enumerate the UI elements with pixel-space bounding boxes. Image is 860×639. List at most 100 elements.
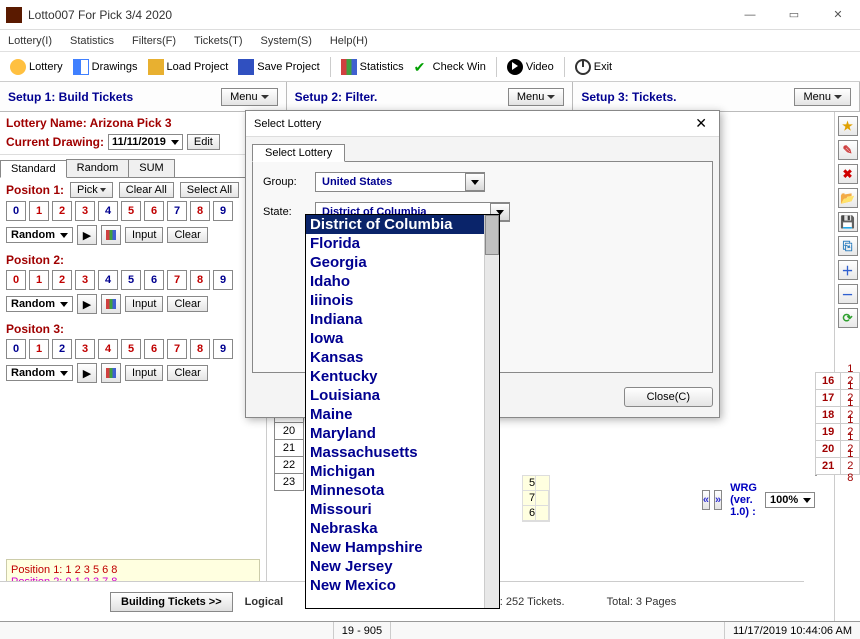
- nav-prev[interactable]: «: [702, 490, 710, 510]
- digit[interactable]: 7: [167, 201, 187, 221]
- group-select[interactable]: United States: [315, 172, 485, 192]
- digit[interactable]: 7: [167, 339, 187, 359]
- current-drawing-date[interactable]: 11/11/2019: [108, 134, 183, 150]
- dropdown-scrollbar[interactable]: [484, 215, 499, 608]
- digit[interactable]: 6: [144, 201, 164, 221]
- tb-video[interactable]: Video: [503, 57, 558, 77]
- digit[interactable]: 6: [144, 339, 164, 359]
- input-button-3[interactable]: Input: [125, 365, 163, 381]
- building-tickets-button[interactable]: Building Tickets >>: [110, 592, 233, 612]
- digit[interactable]: 0: [6, 339, 26, 359]
- dd-item[interactable]: Maine: [306, 405, 499, 424]
- dd-item[interactable]: Indiana: [306, 310, 499, 329]
- tb-lottery[interactable]: Lottery: [6, 57, 67, 77]
- dd-item[interactable]: Iowa: [306, 329, 499, 348]
- ri-edit-icon[interactable]: ✎: [838, 140, 858, 160]
- ri-copy-icon[interactable]: ⎘: [838, 236, 858, 256]
- clear-button-2[interactable]: Clear: [167, 296, 207, 312]
- digit[interactable]: 8: [190, 201, 210, 221]
- digit[interactable]: 8: [190, 270, 210, 290]
- dd-item[interactable]: Kansas: [306, 348, 499, 367]
- digit[interactable]: 9: [213, 201, 233, 221]
- dd-item[interactable]: Kentucky: [306, 367, 499, 386]
- tb-exit[interactable]: Exit: [571, 57, 616, 77]
- dd-item[interactable]: Massachusetts: [306, 443, 499, 462]
- dd-item[interactable]: New Mexico: [306, 576, 499, 595]
- digit[interactable]: 9: [213, 270, 233, 290]
- tb-save-project[interactable]: Save Project: [234, 57, 323, 77]
- dd-item[interactable]: Missouri: [306, 500, 499, 519]
- ri-save-icon[interactable]: 💾: [838, 212, 858, 232]
- state-dropdown[interactable]: District of Columbia Florida Georgia Ida…: [305, 214, 500, 609]
- pick-button-1[interactable]: Pick: [70, 182, 113, 198]
- digit[interactable]: 2: [52, 201, 72, 221]
- tab-sum[interactable]: SUM: [128, 159, 174, 177]
- dd-item[interactable]: Nebraska: [306, 519, 499, 538]
- menu-system[interactable]: System(S): [261, 35, 312, 47]
- ri-add-icon[interactable]: ＋: [838, 260, 858, 280]
- random-select-1[interactable]: Random: [6, 227, 73, 243]
- nav-next[interactable]: »: [714, 490, 722, 510]
- input-button-1[interactable]: Input: [125, 227, 163, 243]
- tab-random[interactable]: Random: [66, 159, 130, 177]
- dd-item[interactable]: Louisiana: [306, 386, 499, 405]
- digit[interactable]: 2: [52, 339, 72, 359]
- step2-menu[interactable]: Menu: [508, 88, 565, 106]
- step3-menu[interactable]: Menu: [794, 88, 851, 106]
- dd-item[interactable]: Idaho: [306, 272, 499, 291]
- dd-item[interactable]: New Jersey: [306, 557, 499, 576]
- step1-menu[interactable]: Menu: [221, 88, 278, 106]
- menu-tickets[interactable]: Tickets(T): [194, 35, 242, 47]
- digit[interactable]: 1: [29, 270, 49, 290]
- ri-refresh-icon[interactable]: ⟳: [838, 308, 858, 328]
- clear-button-1[interactable]: Clear: [167, 227, 207, 243]
- dialog-close-button[interactable]: Close(C): [624, 387, 713, 407]
- chart-icon[interactable]: [101, 294, 121, 314]
- dialog-tab[interactable]: Select Lottery: [252, 144, 345, 162]
- digit[interactable]: 5: [121, 201, 141, 221]
- tab-standard[interactable]: Standard: [0, 160, 67, 178]
- ri-delete-icon[interactable]: ✖: [838, 164, 858, 184]
- tb-drawings[interactable]: Drawings: [69, 57, 142, 77]
- dd-item[interactable]: Michigan: [306, 462, 499, 481]
- maximize-button[interactable]: ▭: [772, 1, 816, 29]
- digit[interactable]: 5: [121, 270, 141, 290]
- menu-lottery[interactable]: Lottery(I): [8, 35, 52, 47]
- dd-item[interactable]: Iiinois: [306, 291, 499, 310]
- dd-item[interactable]: Georgia: [306, 253, 499, 272]
- random-select-2[interactable]: Random: [6, 296, 73, 312]
- digit[interactable]: 4: [98, 339, 118, 359]
- clear-button-3[interactable]: Clear: [167, 365, 207, 381]
- tb-check-win[interactable]: ✔Check Win: [410, 57, 490, 77]
- tb-load-project[interactable]: Load Project: [144, 57, 233, 77]
- digit[interactable]: 2: [52, 270, 72, 290]
- menu-help[interactable]: Help(H): [330, 35, 368, 47]
- digit[interactable]: 0: [6, 201, 26, 221]
- random-select-3[interactable]: Random: [6, 365, 73, 381]
- select-all-button-1[interactable]: Select All: [180, 182, 239, 198]
- digit[interactable]: 3: [75, 270, 95, 290]
- go-icon[interactable]: ▶: [77, 363, 97, 383]
- digit[interactable]: 9: [213, 339, 233, 359]
- ri-minus-icon[interactable]: －: [838, 284, 858, 304]
- digit[interactable]: 1: [29, 339, 49, 359]
- dd-item[interactable]: Florida: [306, 234, 499, 253]
- close-button[interactable]: ✕: [816, 1, 860, 29]
- digit[interactable]: 4: [98, 201, 118, 221]
- ri-star-icon[interactable]: ★: [838, 116, 858, 136]
- dialog-close-icon[interactable]: ✕: [691, 115, 711, 132]
- digit[interactable]: 3: [75, 201, 95, 221]
- tb-statistics[interactable]: Statistics: [337, 57, 408, 77]
- edit-button[interactable]: Edit: [187, 134, 220, 150]
- menu-statistics[interactable]: Statistics: [70, 35, 114, 47]
- digit[interactable]: 1: [29, 201, 49, 221]
- digit[interactable]: 8: [190, 339, 210, 359]
- go-icon[interactable]: ▶: [77, 294, 97, 314]
- ri-open-icon[interactable]: 📂: [838, 188, 858, 208]
- digit[interactable]: 7: [167, 270, 187, 290]
- digit[interactable]: 0: [6, 270, 26, 290]
- dd-item[interactable]: District of Columbia: [306, 215, 499, 234]
- digit[interactable]: 4: [98, 270, 118, 290]
- chart-icon[interactable]: [101, 363, 121, 383]
- minimize-button[interactable]: —: [728, 1, 772, 29]
